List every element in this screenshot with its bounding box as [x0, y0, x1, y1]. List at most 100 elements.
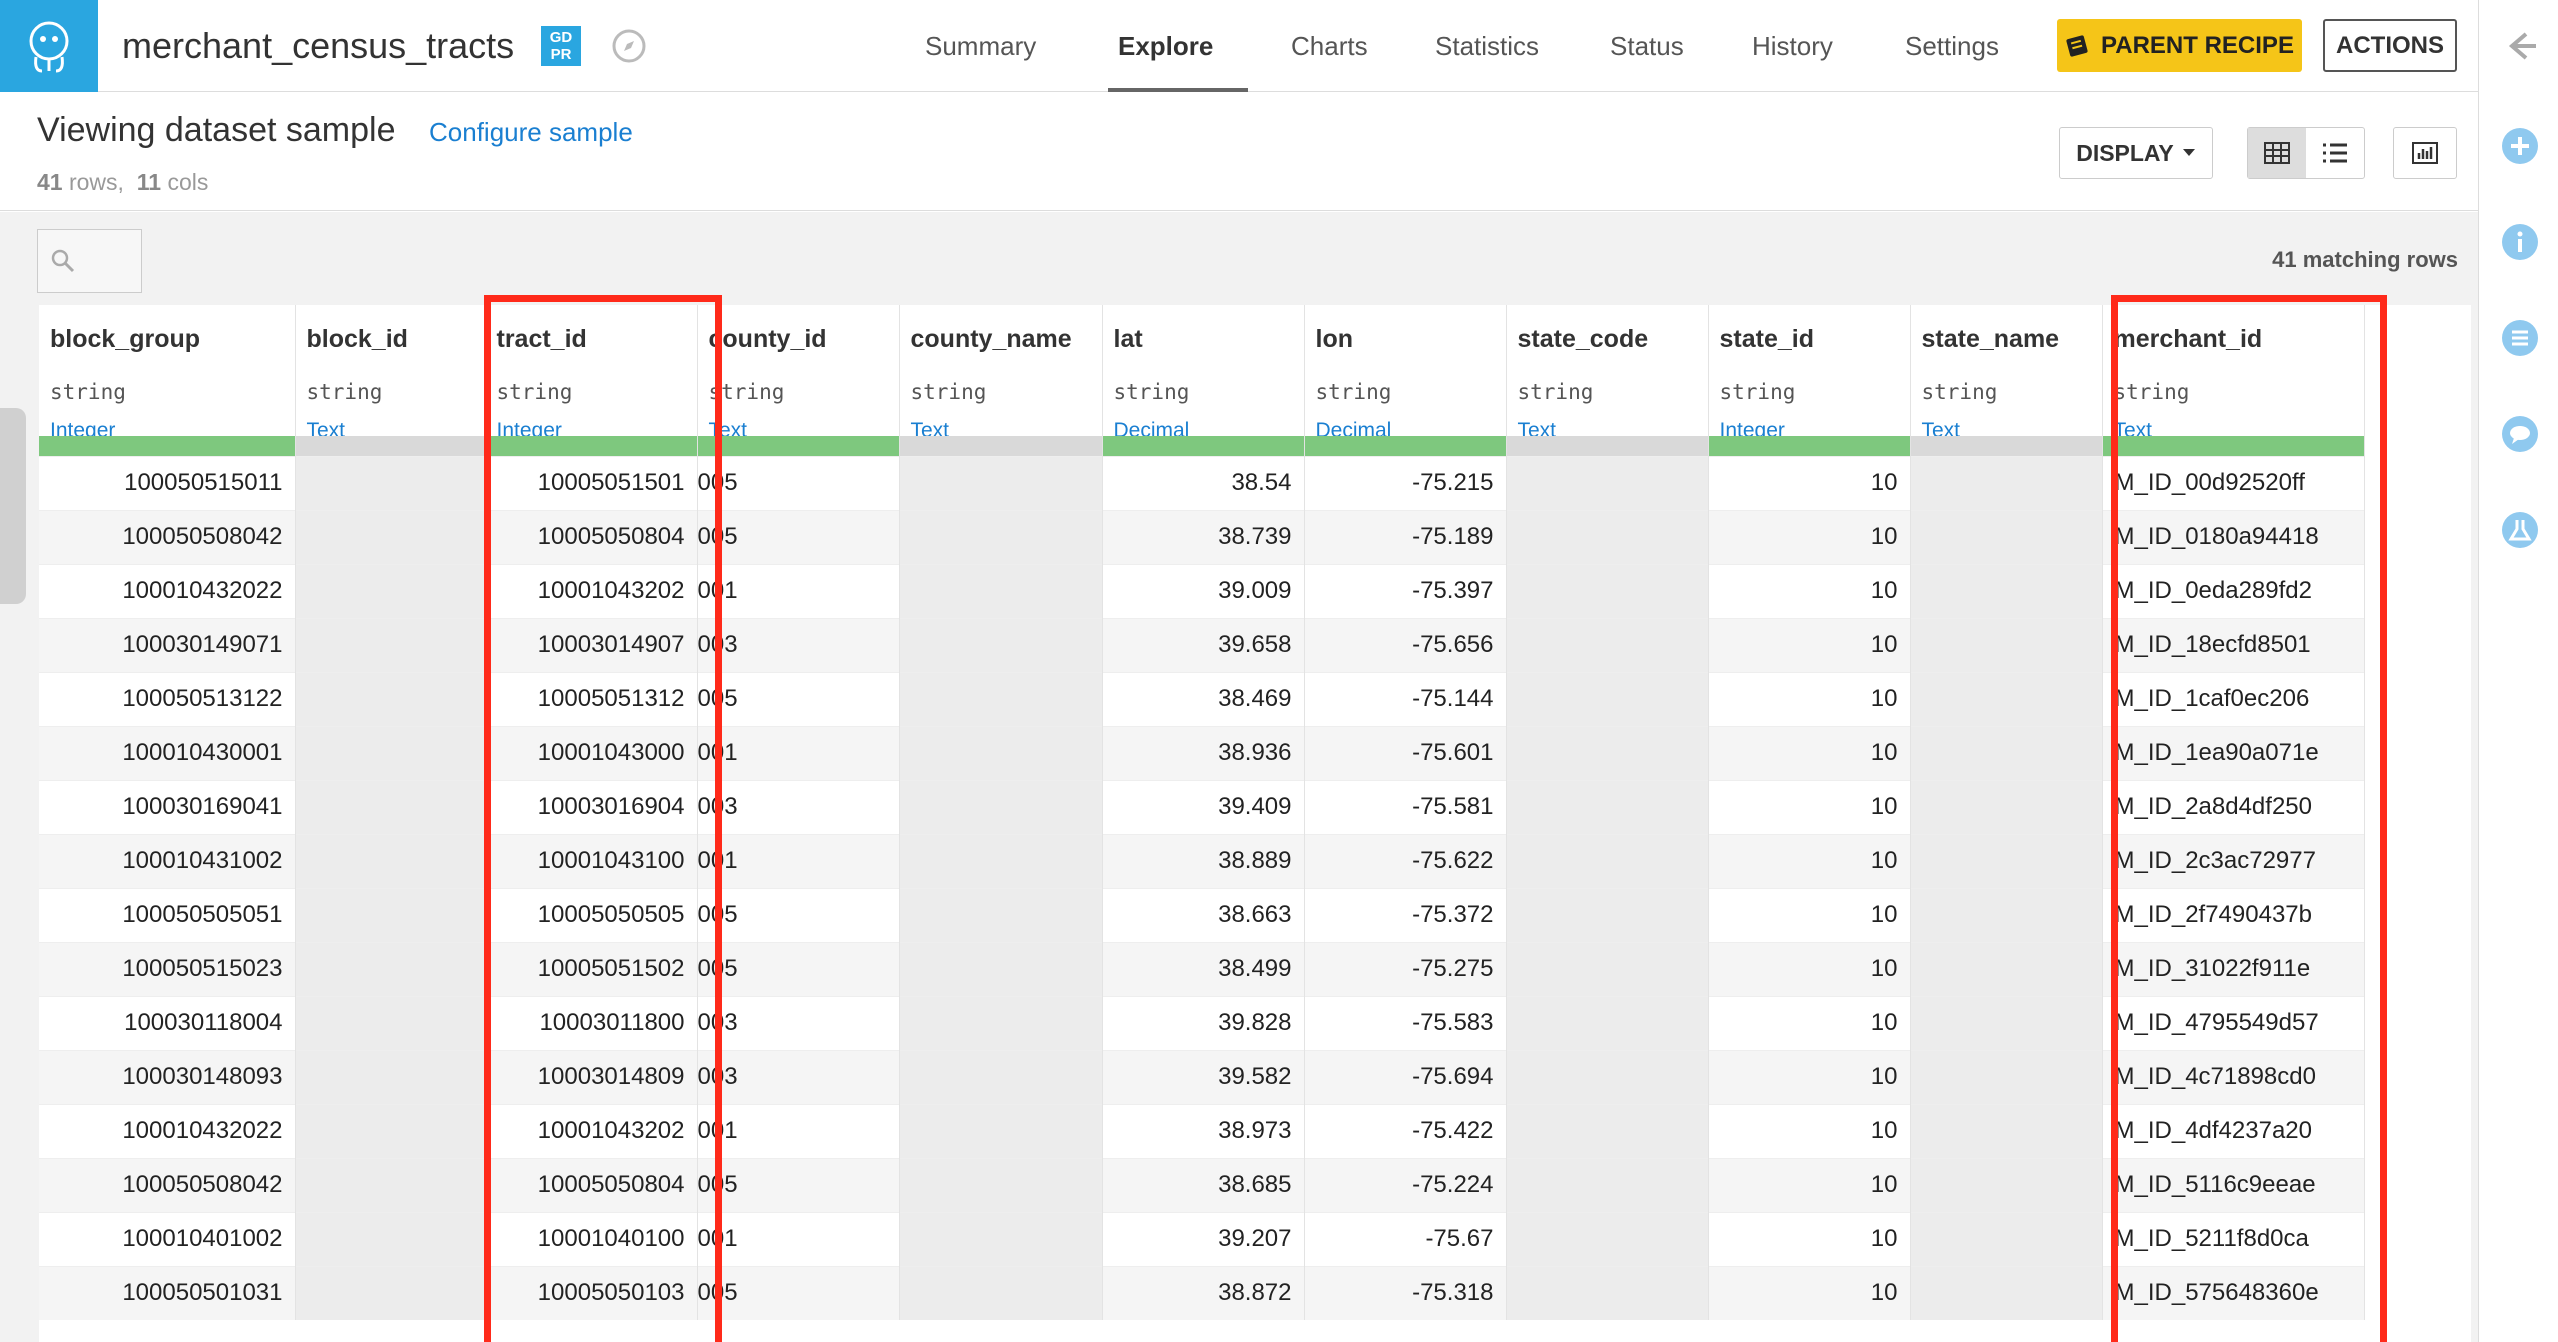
- cell-merchant-id[interactable]: M_ID_0180a94418: [2102, 509, 2365, 564]
- configure-sample-link[interactable]: Configure sample: [429, 117, 633, 148]
- cell-lat[interactable]: 38.54: [1102, 455, 1305, 510]
- cell-state-code[interactable]: [1506, 833, 1709, 888]
- cell-county-name[interactable]: [899, 1211, 1103, 1266]
- cell-lon[interactable]: -75.215: [1304, 455, 1507, 510]
- cell-state-name[interactable]: [1910, 941, 2103, 996]
- cell-state-code[interactable]: [1506, 671, 1709, 726]
- cell-tract-id[interactable]: 10003014809: [485, 1049, 698, 1104]
- cell-merchant-id[interactable]: M_ID_2c3ac72977: [2102, 833, 2365, 888]
- cell-lon[interactable]: -75.372: [1304, 887, 1507, 942]
- table-row[interactable]: 100010432022 10001043202 001 38.973 -75.422 1…: [39, 1103, 2365, 1158]
- cell-state-code[interactable]: [1506, 455, 1709, 510]
- cell-merchant-id[interactable]: M_ID_0eda289fd2: [2102, 563, 2365, 618]
- table-view-icon[interactable]: [2248, 128, 2306, 178]
- cell-lon[interactable]: -75.601: [1304, 725, 1507, 780]
- cell-block-id[interactable]: [295, 1265, 486, 1320]
- cell-tract-id[interactable]: 10005051502: [485, 941, 698, 996]
- cell-state-id[interactable]: 10: [1708, 833, 1911, 888]
- cell-county-id[interactable]: 005: [697, 941, 900, 996]
- cell-state-name[interactable]: [1910, 779, 2103, 834]
- cell-county-name[interactable]: [899, 833, 1103, 888]
- cell-lat[interactable]: 38.685: [1102, 1157, 1305, 1212]
- lab-icon[interactable]: [2500, 510, 2540, 550]
- cell-block-group[interactable]: 100050508042: [39, 509, 296, 564]
- table-row[interactable]: 100050515023 10005051502 005 38.499 -75.275 1…: [39, 941, 2365, 996]
- cell-state-id[interactable]: 10: [1708, 1049, 1911, 1104]
- tab-history[interactable]: History: [1752, 0, 1833, 92]
- table-row[interactable]: 100050505051 10005050505 005 38.663 -75.372 1…: [39, 887, 2365, 942]
- cell-lon[interactable]: -75.583: [1304, 995, 1507, 1050]
- cell-county-id[interactable]: 005: [697, 671, 900, 726]
- cell-tract-id[interactable]: 10001040100: [485, 1211, 698, 1266]
- column-storage-type[interactable]: string: [2114, 380, 2190, 404]
- cell-state-name[interactable]: [1910, 833, 2103, 888]
- cell-block-group[interactable]: 100050505051: [39, 887, 296, 942]
- cell-county-name[interactable]: [899, 509, 1103, 564]
- cell-tract-id[interactable]: 10005051501: [485, 455, 698, 510]
- cell-lat[interactable]: 38.663: [1102, 887, 1305, 942]
- column-header-county-id[interactable]: county_id string Text: [697, 305, 900, 456]
- column-storage-type[interactable]: string: [1720, 380, 1796, 404]
- column-storage-type[interactable]: string: [1114, 380, 1190, 404]
- cell-block-id[interactable]: [295, 617, 486, 672]
- cell-state-code[interactable]: [1506, 779, 1709, 834]
- column-storage-type[interactable]: string: [1316, 380, 1392, 404]
- cell-block-id[interactable]: [295, 725, 486, 780]
- cell-tract-id[interactable]: 10003011800: [485, 995, 698, 1050]
- cell-county-id[interactable]: 001: [697, 725, 900, 780]
- column-storage-type[interactable]: string: [709, 380, 785, 404]
- cell-merchant-id[interactable]: M_ID_00d92520ff: [2102, 455, 2365, 510]
- cell-state-id[interactable]: 10: [1708, 1103, 1911, 1158]
- tab-settings[interactable]: Settings: [1905, 0, 1999, 92]
- tab-explore[interactable]: Explore: [1118, 0, 1213, 92]
- column-header-block-group[interactable]: block_group string Integer: [39, 305, 296, 456]
- column-header-lon[interactable]: lon string Decimal: [1304, 305, 1507, 456]
- cell-state-id[interactable]: 10: [1708, 779, 1911, 834]
- cell-lon[interactable]: -75.224: [1304, 1157, 1507, 1212]
- cell-state-id[interactable]: 10: [1708, 725, 1911, 780]
- column-storage-type[interactable]: string: [50, 380, 126, 404]
- cell-county-id[interactable]: 005: [697, 887, 900, 942]
- cell-block-group[interactable]: 100050513122: [39, 671, 296, 726]
- cell-county-id[interactable]: 001: [697, 563, 900, 618]
- info-icon[interactable]: [2500, 222, 2540, 262]
- cell-state-name[interactable]: [1910, 455, 2103, 510]
- table-row[interactable]: 100030149071 10003014907 003 39.658 -75.656 1…: [39, 617, 2365, 672]
- cell-lon[interactable]: -75.67: [1304, 1211, 1507, 1266]
- cell-block-group[interactable]: 100030148093: [39, 1049, 296, 1104]
- cell-tract-id[interactable]: 10003016904: [485, 779, 698, 834]
- column-header-county-name[interactable]: county_name string Text: [899, 305, 1103, 456]
- cell-lat[interactable]: 38.739: [1102, 509, 1305, 564]
- cell-county-id[interactable]: 005: [697, 1157, 900, 1212]
- cell-state-code[interactable]: [1506, 1049, 1709, 1104]
- column-storage-type[interactable]: string: [1518, 380, 1594, 404]
- cell-state-name[interactable]: [1910, 887, 2103, 942]
- cell-block-id[interactable]: [295, 941, 486, 996]
- cell-state-code[interactable]: [1506, 509, 1709, 564]
- cell-merchant-id[interactable]: M_ID_18ecfd8501: [2102, 617, 2365, 672]
- cell-lat[interactable]: 39.828: [1102, 995, 1305, 1050]
- cell-state-id[interactable]: 10: [1708, 509, 1911, 564]
- cell-state-id[interactable]: 10: [1708, 887, 1911, 942]
- table-row[interactable]: 100030118004 10003011800 003 39.828 -75.583 1…: [39, 995, 2365, 1050]
- cell-lon[interactable]: -75.397: [1304, 563, 1507, 618]
- cell-merchant-id[interactable]: M_ID_5116c9eeae: [2102, 1157, 2365, 1212]
- cell-lon[interactable]: -75.422: [1304, 1103, 1507, 1158]
- cell-block-id[interactable]: [295, 833, 486, 888]
- cell-lat[interactable]: 38.469: [1102, 671, 1305, 726]
- cell-state-code[interactable]: [1506, 1103, 1709, 1158]
- cell-state-name[interactable]: [1910, 1211, 2103, 1266]
- table-row[interactable]: 100050501031 10005050103 005 38.872 -75.318 1…: [39, 1265, 2365, 1320]
- tab-status[interactable]: Status: [1610, 0, 1684, 92]
- cell-lat[interactable]: 38.872: [1102, 1265, 1305, 1320]
- cell-county-name[interactable]: [899, 779, 1103, 834]
- cell-state-code[interactable]: [1506, 887, 1709, 942]
- cell-block-group[interactable]: 100010431002: [39, 833, 296, 888]
- cell-block-group[interactable]: 100050515011: [39, 455, 296, 510]
- cell-block-group[interactable]: 100010432022: [39, 1103, 296, 1158]
- cell-lon[interactable]: -75.656: [1304, 617, 1507, 672]
- cell-lat[interactable]: 38.889: [1102, 833, 1305, 888]
- cell-lon[interactable]: -75.581: [1304, 779, 1507, 834]
- cell-state-code[interactable]: [1506, 563, 1709, 618]
- add-icon[interactable]: [2500, 126, 2540, 166]
